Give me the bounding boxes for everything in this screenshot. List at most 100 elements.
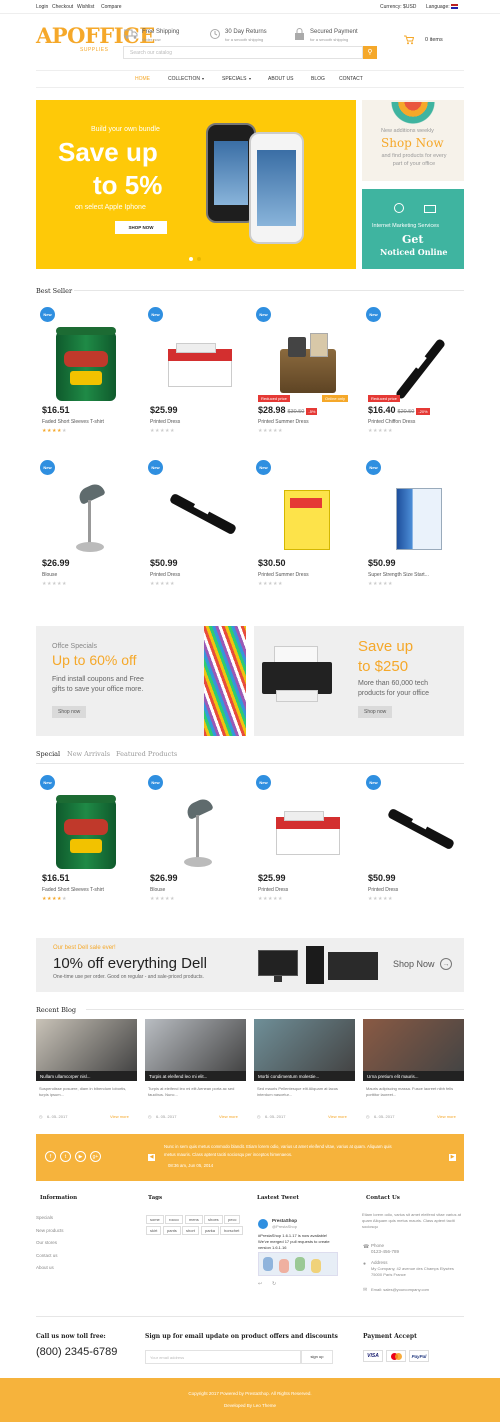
banner-shop-now[interactable]: New additions weekly Shop Now and find p… xyxy=(362,100,464,181)
nav-specials[interactable]: Specials xyxy=(222,76,246,82)
product-image[interactable] xyxy=(150,480,246,558)
login-link[interactable]: Login xyxy=(36,4,48,10)
next-arrow-icon[interactable]: ▶ xyxy=(449,1154,456,1161)
product-image[interactable] xyxy=(258,795,354,873)
flag-icon[interactable] xyxy=(451,4,458,9)
prev-arrow-icon[interactable]: ◀ xyxy=(148,1154,155,1161)
tag-item[interactable]: horschet xyxy=(220,1226,244,1235)
footer-link[interactable]: New products xyxy=(36,1228,64,1233)
tag-item[interactable]: pants xyxy=(163,1226,181,1235)
product-image[interactable] xyxy=(42,327,138,405)
view-more-link[interactable]: View more xyxy=(328,1114,347,1119)
product-card[interactable]: New $16.51 Faded Short Sleeves T-shirt ★★★★… xyxy=(40,775,140,902)
tab-featured[interactable]: Featured Products xyxy=(116,750,177,758)
twitter-icon[interactable]: t xyxy=(60,1151,71,1162)
view-more-link[interactable]: View more xyxy=(437,1114,456,1119)
currency-select[interactable]: Currency: $USD xyxy=(380,4,416,10)
product-name[interactable]: Printed Chiffon Dress xyxy=(368,419,430,425)
tab-new-arrivals[interactable]: New Arrivals xyxy=(67,750,110,758)
promo-office-specials[interactable]: Offce Specials Up to 60% off Find instal… xyxy=(36,626,246,736)
tag-item[interactable]: parka xyxy=(201,1226,220,1235)
search-button[interactable]: ⚲ xyxy=(363,46,377,59)
product-card[interactable]: New Reduced price Online only $28.98 $30.50-… xyxy=(256,307,356,434)
slider-dot[interactable] xyxy=(197,257,201,261)
reply-icon[interactable]: ↩ xyxy=(258,1281,262,1287)
language-select[interactable]: Language: xyxy=(426,4,450,10)
blog-image[interactable] xyxy=(254,1019,355,1071)
dell-shop-now[interactable]: Shop Now xyxy=(393,959,435,969)
blog-caption[interactable]: Nullam ullamcorper nisl... xyxy=(36,1071,137,1081)
nav-about[interactable]: About Us xyxy=(268,76,293,82)
email-input[interactable]: Your email address xyxy=(145,1350,301,1364)
youtube-icon[interactable]: ▶ xyxy=(75,1151,86,1162)
facebook-icon[interactable]: f xyxy=(45,1151,56,1162)
blog-caption[interactable]: Urna pretium elit mauris... xyxy=(363,1071,464,1081)
tag-item[interactable]: some xyxy=(146,1215,164,1224)
product-image[interactable] xyxy=(42,480,138,558)
nav-blog[interactable]: Blog xyxy=(311,76,325,82)
product-card[interactable]: New Reduced price $16.40 $20.50 -20% Printed … xyxy=(366,307,466,434)
product-card[interactable]: New $50.99 Printed Dress ★★★★★ xyxy=(148,460,248,587)
product-name[interactable]: Super Strength Size Start... xyxy=(368,572,429,578)
footer-link[interactable]: Contact us xyxy=(36,1253,58,1258)
nav-collection[interactable]: Collection xyxy=(168,76,200,82)
blog-image[interactable] xyxy=(36,1019,137,1071)
product-name[interactable]: Printed Dress xyxy=(150,419,180,425)
footer-link[interactable]: Our stores xyxy=(36,1240,57,1245)
product-name[interactable]: Blouse xyxy=(150,887,178,893)
view-more-link[interactable]: View more xyxy=(219,1114,238,1119)
product-image[interactable] xyxy=(368,327,464,405)
product-card[interactable]: New $50.99 Super Strength Size Start... ★★★… xyxy=(366,460,466,587)
tag-item[interactable]: skirt xyxy=(146,1226,162,1235)
product-name[interactable]: Printed Summer Dress xyxy=(258,572,309,578)
dell-banner[interactable]: Our best Dell sale ever! 10% off everyth… xyxy=(36,938,464,992)
product-card[interactable]: New $16.51 Faded Short Sleeves T-shirt ★★★★… xyxy=(40,307,140,434)
tab-special[interactable]: Special xyxy=(36,750,60,758)
hero-slider[interactable]: Build your own bundle Save up to 5% on s… xyxy=(36,100,356,269)
shop-now-button[interactable]: SHOP NOW xyxy=(115,221,167,234)
slider-dot[interactable] xyxy=(189,257,193,261)
product-name[interactable]: Printed Dress xyxy=(258,887,288,893)
google-plus-icon[interactable]: g+ xyxy=(90,1151,101,1162)
product-image[interactable] xyxy=(150,795,246,873)
view-more-link[interactable]: View more xyxy=(110,1114,129,1119)
product-image[interactable] xyxy=(150,327,246,405)
product-name[interactable]: Printed Summer Dress xyxy=(258,419,317,425)
product-card[interactable]: New $26.99 Blouse ★★★★★ xyxy=(40,460,140,587)
checkout-link[interactable]: Checkout xyxy=(52,4,73,10)
product-card[interactable]: New $26.99 Blouse ★★★★★ xyxy=(148,775,248,902)
tag-item[interactable]: shoes xyxy=(204,1215,223,1224)
compare-link[interactable]: Compare xyxy=(101,4,122,10)
tag-item[interactable]: rocco xyxy=(165,1215,183,1224)
blog-image[interactable] xyxy=(363,1019,464,1071)
product-image[interactable] xyxy=(258,480,354,558)
cart-icon[interactable] xyxy=(404,35,414,45)
product-image[interactable] xyxy=(42,795,138,873)
product-name[interactable]: Printed Dress xyxy=(150,572,180,578)
contact-email[interactable]: Email: sales@yourcompany.com xyxy=(371,1287,429,1292)
cart-count[interactable]: 0 items xyxy=(425,37,443,43)
nav-home[interactable]: Home xyxy=(135,76,150,82)
product-name[interactable]: Blouse xyxy=(42,572,70,578)
product-card[interactable]: New $25.99 Printed Dress ★★★★★ xyxy=(148,307,248,434)
promo-save-250[interactable]: Save up to $250 More than 60,000 tech pr… xyxy=(254,626,464,736)
blog-caption[interactable]: Turpis at eleifend leo mi elit... xyxy=(145,1071,246,1081)
product-name[interactable]: Faded Short Sleeves T-shirt xyxy=(42,887,104,893)
retweet-icon[interactable]: ↻ xyxy=(272,1281,276,1287)
signup-button[interactable]: sign up xyxy=(301,1350,333,1364)
footer-link[interactable]: Specials xyxy=(36,1215,53,1220)
wishlist-link[interactable]: Wishlist xyxy=(77,4,94,10)
promo1-shop-button[interactable]: Shop now xyxy=(52,706,87,718)
tweet-user[interactable]: PrestaShop xyxy=(272,1218,297,1223)
product-image[interactable] xyxy=(258,327,354,405)
arrow-right-icon[interactable]: → xyxy=(440,958,452,970)
product-card[interactable]: New $30.50 Printed Summer Dress ★★★★★ xyxy=(256,460,356,587)
footer-link[interactable]: About us xyxy=(36,1265,54,1270)
nav-contact[interactable]: Contact xyxy=(339,76,363,82)
product-image[interactable] xyxy=(368,480,464,558)
product-name[interactable]: Faded Short Sleeves T-shirt xyxy=(42,419,104,425)
promo2-shop-button[interactable]: Shop now xyxy=(358,706,393,718)
banner-marketing[interactable]: Internet Marketing Services Get Noticed … xyxy=(362,189,464,269)
tag-item[interactable]: pecc xyxy=(224,1215,241,1224)
product-name[interactable]: Printed Dress xyxy=(368,887,398,893)
